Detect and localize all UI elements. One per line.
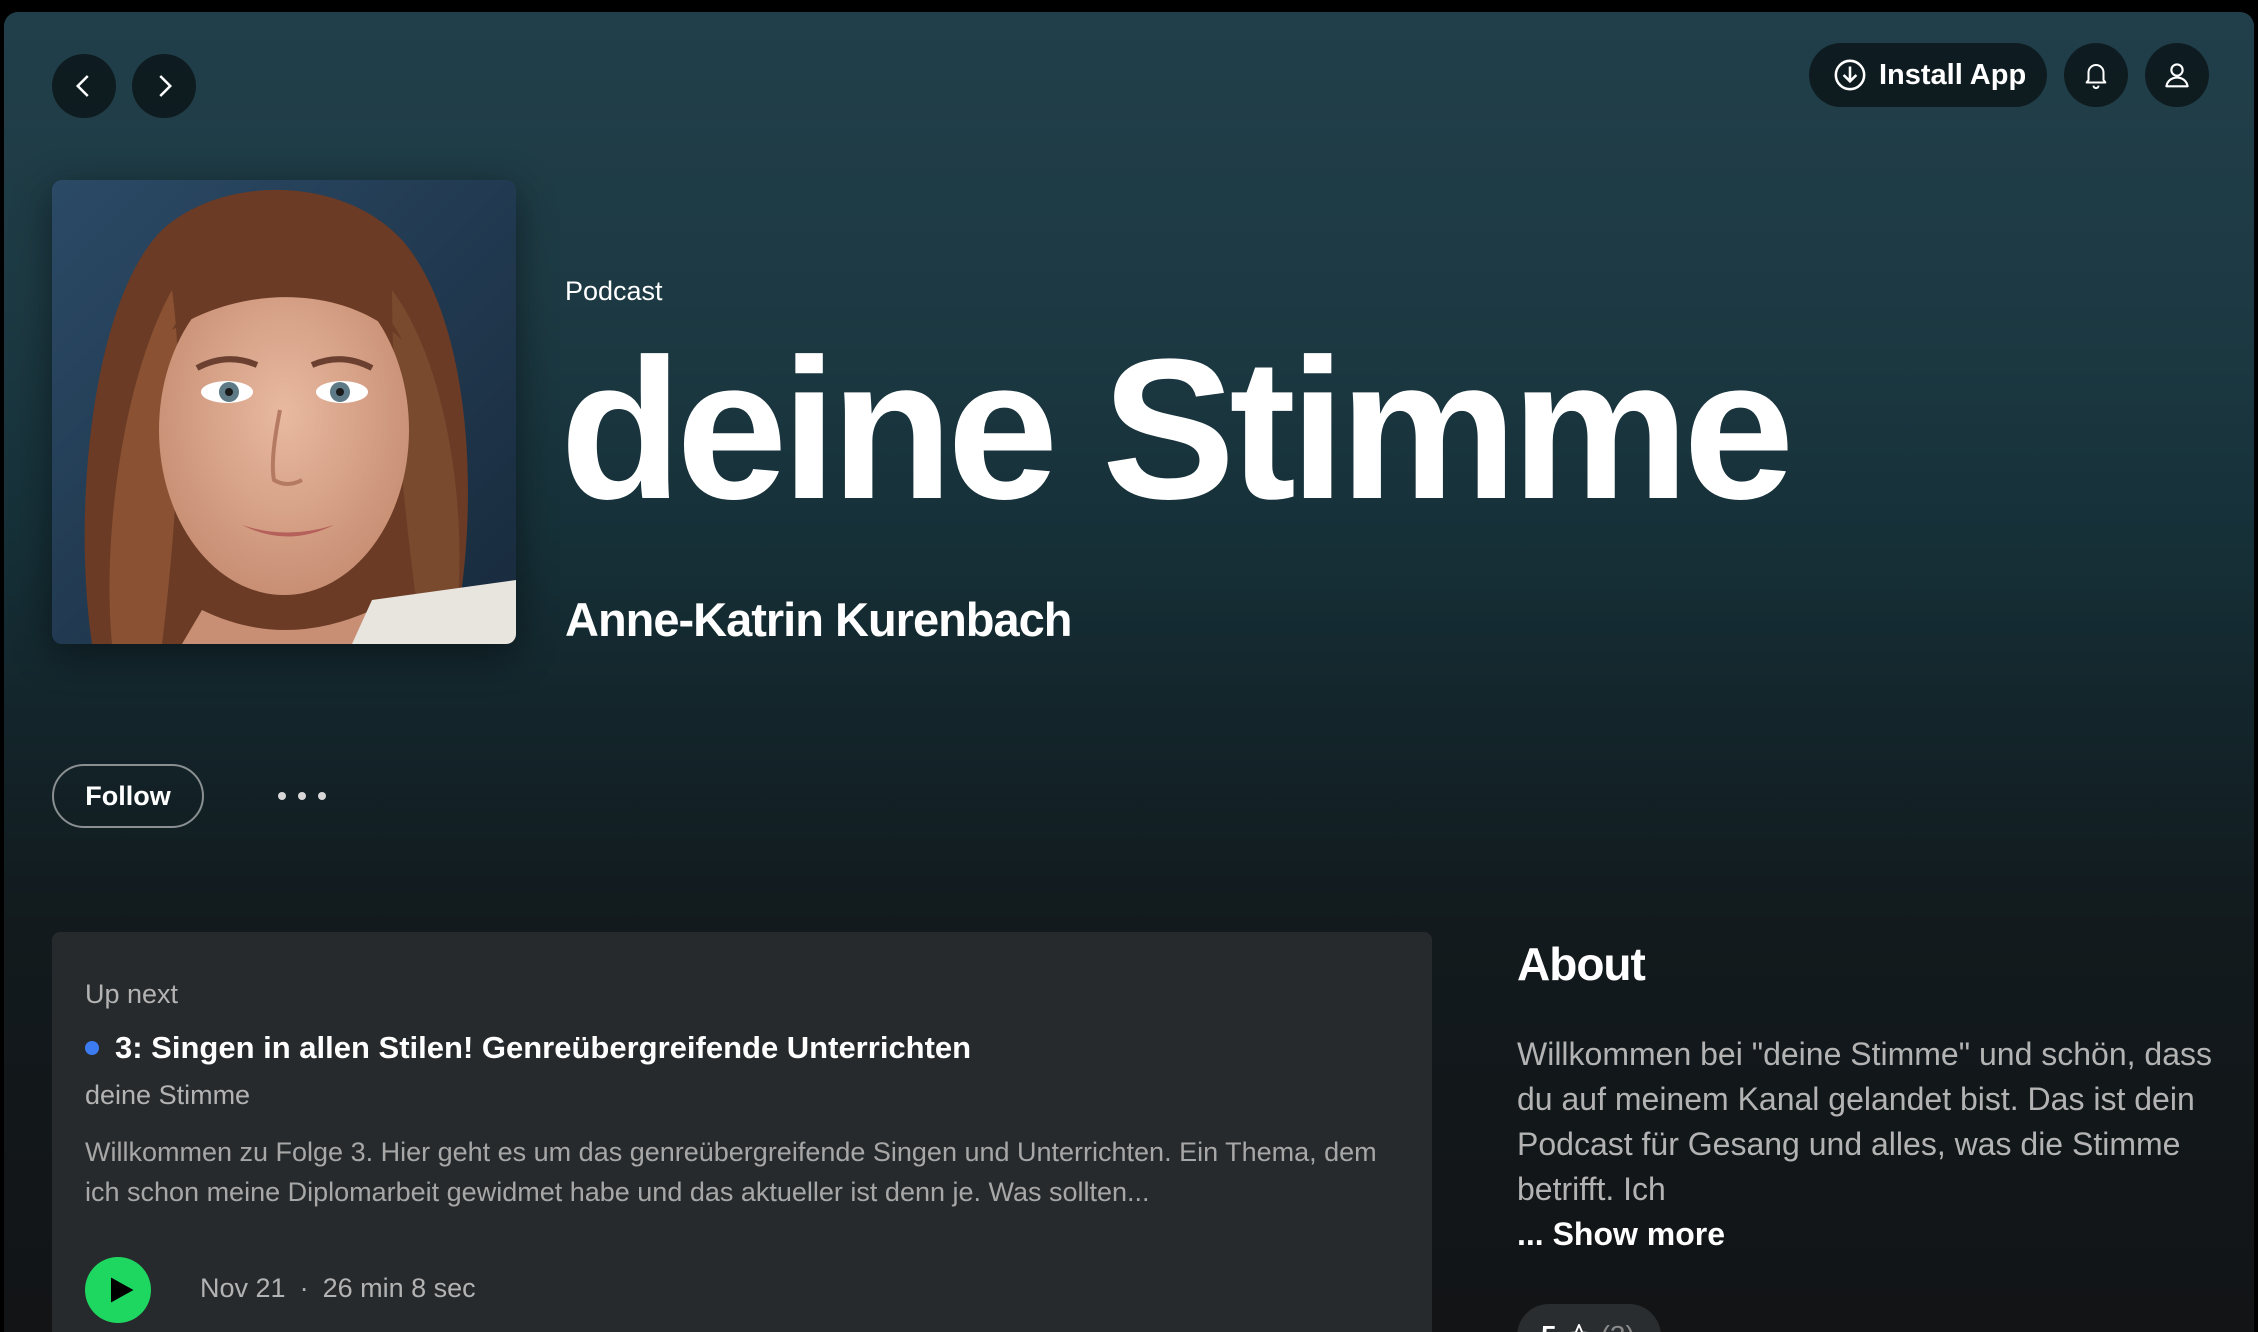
show-more-link[interactable]: ... Show more (1517, 1216, 1725, 1253)
user-icon (2165, 63, 2189, 88)
content-type-label: Podcast (565, 276, 663, 306)
meta-separator: · (299, 1273, 309, 1303)
chevron-right-icon (159, 75, 173, 97)
forward-button[interactable] (132, 54, 196, 118)
up-next-label: Up next (85, 979, 179, 1009)
portrait-image (52, 180, 516, 644)
episode-title-text: 3: Singen in allen Stilen! Genreübergrei… (115, 1030, 972, 1065)
episode-show-name[interactable]: deine Stimme (85, 1080, 250, 1111)
episode-date: Nov 21 (200, 1273, 286, 1303)
notifications-button[interactable] (2064, 43, 2128, 107)
podcast-cover (52, 180, 516, 644)
play-button[interactable] (85, 1257, 151, 1323)
follow-button[interactable]: Follow (52, 764, 204, 828)
episode-description: Willkommen zu Folge 3. Hier geht es um d… (85, 1137, 1377, 1207)
chevron-left-icon (75, 75, 89, 97)
rating-value: 5 (1541, 1320, 1557, 1332)
page-title: deine Stimme (560, 318, 1794, 541)
up-next-episode-card[interactable]: Up next 3: Singen in allen Stilen! Genre… (52, 932, 1432, 1332)
rating-badge[interactable]: 5 (3) (1517, 1304, 1661, 1332)
profile-button[interactable] (2145, 43, 2209, 107)
app-window: Install App Podcast deine Stimme Anne-Ka… (4, 12, 2254, 1332)
episode-meta: Nov 21 · 26 min 8 sec (200, 1273, 476, 1304)
dot-icon (318, 792, 326, 800)
bell-icon (2085, 64, 2107, 90)
about-heading: About (1517, 938, 1646, 990)
rating-count: (3) (1601, 1320, 1635, 1332)
dot-icon (278, 792, 286, 800)
more-options-button[interactable] (270, 778, 334, 814)
about-description: Willkommen bei "deine Stimme" und schön,… (1517, 1036, 2213, 1207)
star-icon (1569, 1323, 1588, 1332)
download-circle-icon (1834, 59, 1866, 91)
install-app-button[interactable]: Install App (1809, 43, 2047, 107)
back-button[interactable] (52, 54, 116, 118)
episode-title[interactable]: 3: Singen in allen Stilen! Genreübergrei… (85, 1030, 971, 1066)
podcast-author[interactable]: Anne-Katrin Kurenbach (565, 592, 1072, 647)
dot-icon (298, 792, 306, 800)
install-app-label: Install App (1879, 58, 2027, 91)
episode-duration: 26 min 8 sec (322, 1273, 476, 1303)
new-episode-dot-icon (85, 1041, 99, 1055)
play-icon (110, 1277, 133, 1303)
